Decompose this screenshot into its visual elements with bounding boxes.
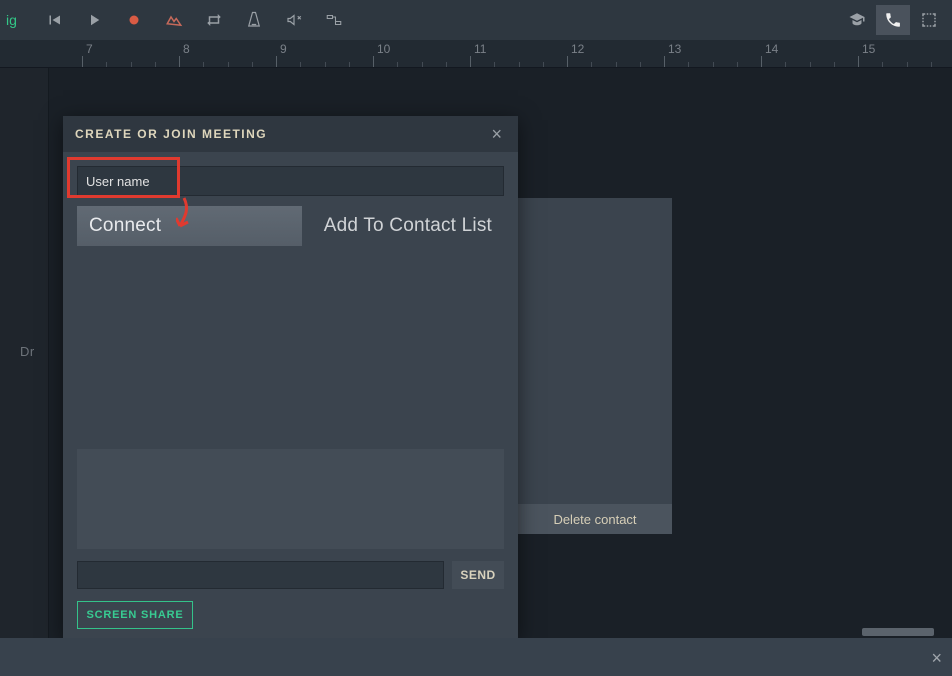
skip-back-button[interactable] [37,5,71,35]
status-close-button[interactable]: × [931,648,942,669]
modal-titlebar[interactable]: CREATE OR JOIN MEETING × [63,116,518,152]
screen-share-label: SCREEN SHARE [86,609,183,621]
meeting-content-area [77,258,504,443]
call-button[interactable] [876,5,910,35]
record-button[interactable] [117,5,151,35]
connect-label: Connect [89,215,161,237]
ruler-tick-label: 12 [571,42,584,56]
username-input-wrap [77,166,504,196]
modal-close-button[interactable]: × [487,120,506,149]
delete-contact-button[interactable]: Delete contact [518,504,672,534]
play-button[interactable] [77,5,111,35]
connect-button[interactable]: Connect [77,206,302,246]
screen-share-button[interactable]: SCREEN SHARE [77,601,193,629]
close-icon: × [931,648,942,668]
contact-side-panel: Delete contact [518,198,672,534]
ruler-tick-label: 10 [377,42,390,56]
menu-fragment: ig [6,12,31,28]
modal-title: CREATE OR JOIN MEETING [75,127,267,141]
ruler-tick-label: 9 [280,42,287,56]
ruler-tick-label: 7 [86,42,93,56]
graduation-cap-icon [848,11,866,29]
metronome-icon [245,11,263,29]
delete-contact-label: Delete contact [553,512,636,527]
phone-icon [884,11,902,29]
ruler-tick-label: 13 [668,42,681,56]
meeting-modal: CREATE OR JOIN MEETING × Connect Add To … [63,116,518,639]
ruler-tick-label: 14 [765,42,778,56]
add-contact-label: Add To Contact List [324,215,492,237]
loop-button[interactable] [197,5,231,35]
learn-button[interactable] [840,5,874,35]
routing-button[interactable] [317,5,351,35]
skip-back-icon [45,11,63,29]
top-toolbar: ig [0,0,952,40]
ruler-tick-label: 11 [474,42,486,56]
ruler-tick-label: 8 [183,42,190,56]
send-button[interactable]: SEND [452,561,504,589]
chat-log [77,449,504,549]
timeline-ruler[interactable]: 7891011121314151617 [0,40,952,68]
horizontal-scrollbar-thumb[interactable] [862,628,934,636]
status-bar: × [0,638,952,676]
ruler-tick-label: 15 [862,42,875,56]
close-icon: × [491,124,502,144]
loop-icon [205,11,223,29]
add-contact-button[interactable]: Add To Contact List [312,206,504,246]
send-label: SEND [460,568,495,582]
chat-input[interactable] [77,561,444,589]
routing-icon [325,11,343,29]
link-audio-button[interactable] [277,5,311,35]
marquee-icon [920,11,938,29]
link-audio-icon [285,11,303,29]
marquee-button[interactable] [912,5,946,35]
username-input[interactable] [86,174,495,189]
automation-icon [165,11,183,29]
play-icon [85,11,103,29]
automation-button[interactable] [157,5,191,35]
metronome-button[interactable] [237,5,271,35]
drop-hint-text: Dr [20,344,35,359]
record-icon [125,11,143,29]
